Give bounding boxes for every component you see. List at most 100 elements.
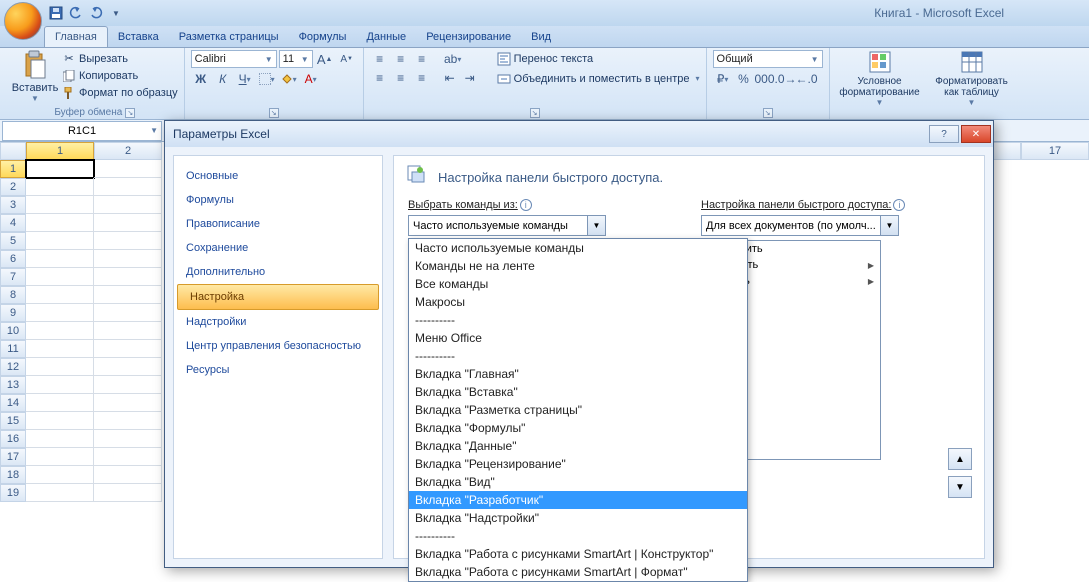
row-header[interactable]: 12 <box>0 358 26 376</box>
font-name-combo[interactable]: Calibri▼ <box>191 50 277 68</box>
choose-commands-select[interactable]: Часто используемые команды ▼ Часто испол… <box>408 215 606 236</box>
nav-item-Настройка[interactable]: Настройка <box>177 284 379 310</box>
dropdown-item[interactable]: Все команды <box>409 275 747 293</box>
row-header[interactable]: 19 <box>0 484 26 502</box>
cell[interactable] <box>26 160 94 178</box>
dropdown-item[interactable]: Команды не на ленте <box>409 257 747 275</box>
cell[interactable] <box>26 250 94 268</box>
cell[interactable] <box>94 448 162 466</box>
row-header[interactable]: 6 <box>0 250 26 268</box>
grow-font-icon[interactable]: A▲ <box>315 50 335 68</box>
tab-Главная[interactable]: Главная <box>44 26 108 47</box>
underline-icon[interactable]: Ч▾ <box>235 70 255 88</box>
tab-Формулы[interactable]: Формулы <box>289 27 357 47</box>
align-top-icon[interactable]: ≡ <box>370 50 390 68</box>
font-color-icon[interactable]: A▾ <box>301 70 321 88</box>
help-button[interactable]: ? <box>929 125 959 143</box>
row-header[interactable]: 18 <box>0 466 26 484</box>
row-header[interactable]: 15 <box>0 412 26 430</box>
dropdown-item[interactable]: Вкладка "Вставка" <box>409 383 747 401</box>
column-header[interactable]: 2 <box>94 142 162 160</box>
close-button[interactable]: ✕ <box>961 125 991 143</box>
cell[interactable] <box>94 178 162 196</box>
number-format-combo[interactable]: Общий▼ <box>713 50 823 68</box>
dropdown-item[interactable]: ---------- <box>409 347 747 365</box>
currency-icon[interactable]: ₽▾ <box>713 70 733 88</box>
move-up-button[interactable]: ▲ <box>948 448 972 470</box>
dropdown-item[interactable]: Вкладка "Вид" <box>409 473 747 491</box>
row-header[interactable]: 1 <box>0 160 26 178</box>
cell[interactable] <box>26 358 94 376</box>
italic-icon[interactable]: К <box>213 70 233 88</box>
dropdown-item[interactable]: Вкладка "Главная" <box>409 365 747 383</box>
move-down-button[interactable]: ▼ <box>948 476 972 498</box>
nav-item-Дополнительно[interactable]: Дополнительно <box>174 260 382 284</box>
cut-button[interactable]: ✂Вырезать <box>62 50 178 67</box>
nav-item-Формулы[interactable]: Формулы <box>174 188 382 212</box>
row-header[interactable]: 3 <box>0 196 26 214</box>
qat-scope-select[interactable]: Для всех документов (по умолч... ▼ <box>701 215 899 236</box>
dropdown-arrow-icon[interactable]: ▼ <box>880 216 898 235</box>
tab-Вставка[interactable]: Вставка <box>108 27 169 47</box>
cell[interactable] <box>26 178 94 196</box>
cell[interactable] <box>94 340 162 358</box>
shrink-font-icon[interactable]: A▼ <box>337 50 357 68</box>
nav-item-Основные[interactable]: Основные <box>174 164 382 188</box>
align-right-icon[interactable]: ≡ <box>412 69 432 87</box>
paste-button[interactable]: Вставить ▼ <box>12 50 58 103</box>
copy-button[interactable]: Копировать <box>62 67 178 84</box>
tab-Разметка страницы[interactable]: Разметка страницы <box>169 27 289 47</box>
font-expander[interactable]: ↘ <box>269 108 279 118</box>
nav-item-Надстройки[interactable]: Надстройки <box>174 310 382 334</box>
row-header[interactable]: 14 <box>0 394 26 412</box>
merge-center-button[interactable]: Объединить и поместить в центре▾ <box>497 70 700 87</box>
row-header[interactable]: 17 <box>0 448 26 466</box>
nav-item-Сохранение[interactable]: Сохранение <box>174 236 382 260</box>
cell[interactable] <box>26 232 94 250</box>
row-header[interactable]: 13 <box>0 376 26 394</box>
row-header[interactable]: 16 <box>0 430 26 448</box>
cell[interactable] <box>26 466 94 484</box>
cell[interactable] <box>94 214 162 232</box>
dropdown-item[interactable]: Вкладка "Работа с рисунками SmartArt | Ф… <box>409 563 747 581</box>
row-header[interactable]: 2 <box>0 178 26 196</box>
tab-Рецензирование[interactable]: Рецензирование <box>416 27 521 47</box>
row-header[interactable]: 7 <box>0 268 26 286</box>
info-icon[interactable]: i <box>893 199 905 211</box>
cell[interactable] <box>26 484 94 502</box>
font-size-combo[interactable]: 11▼ <box>279 50 313 68</box>
cell[interactable] <box>26 448 94 466</box>
dropdown-item[interactable]: Макросы <box>409 293 747 311</box>
bold-icon[interactable]: Ж <box>191 70 211 88</box>
align-middle-icon[interactable]: ≡ <box>391 50 411 68</box>
cell[interactable] <box>26 322 94 340</box>
dropdown-item[interactable]: ---------- <box>409 527 747 545</box>
undo-icon[interactable] <box>68 5 84 21</box>
cell[interactable] <box>26 286 94 304</box>
redo-icon[interactable] <box>88 5 104 21</box>
cell[interactable] <box>26 304 94 322</box>
cell[interactable] <box>26 340 94 358</box>
decrease-decimal-icon[interactable]: ←.0 <box>797 70 817 88</box>
cell[interactable] <box>94 394 162 412</box>
cell[interactable] <box>94 286 162 304</box>
fill-color-icon[interactable]: ▾ <box>279 70 299 88</box>
indent-decrease-icon[interactable]: ⇤ <box>440 69 460 87</box>
format-as-table-button[interactable]: Форматировать как таблицу▼ <box>928 50 1016 107</box>
cell[interactable] <box>94 430 162 448</box>
dropdown-item[interactable]: Вкладка "Данные" <box>409 437 747 455</box>
clipboard-expander[interactable]: ↘ <box>125 108 135 118</box>
cell[interactable] <box>94 250 162 268</box>
tab-Данные[interactable]: Данные <box>356 27 416 47</box>
cell[interactable] <box>26 268 94 286</box>
conditional-formatting-button[interactable]: Условное форматирование▼ <box>836 50 924 107</box>
nav-item-Правописание[interactable]: Правописание <box>174 212 382 236</box>
increase-decimal-icon[interactable]: .0→ <box>776 70 796 88</box>
cell[interactable] <box>94 160 162 178</box>
name-box[interactable]: R1C1▼ <box>2 121 162 141</box>
commands-dropdown-list[interactable]: Часто используемые командыКоманды не на … <box>408 238 748 582</box>
format-painter-button[interactable]: Формат по образцу <box>62 84 178 101</box>
orientation-icon[interactable]: ab▾ <box>440 50 466 68</box>
number-expander[interactable]: ↘ <box>763 108 773 118</box>
cell[interactable] <box>26 412 94 430</box>
